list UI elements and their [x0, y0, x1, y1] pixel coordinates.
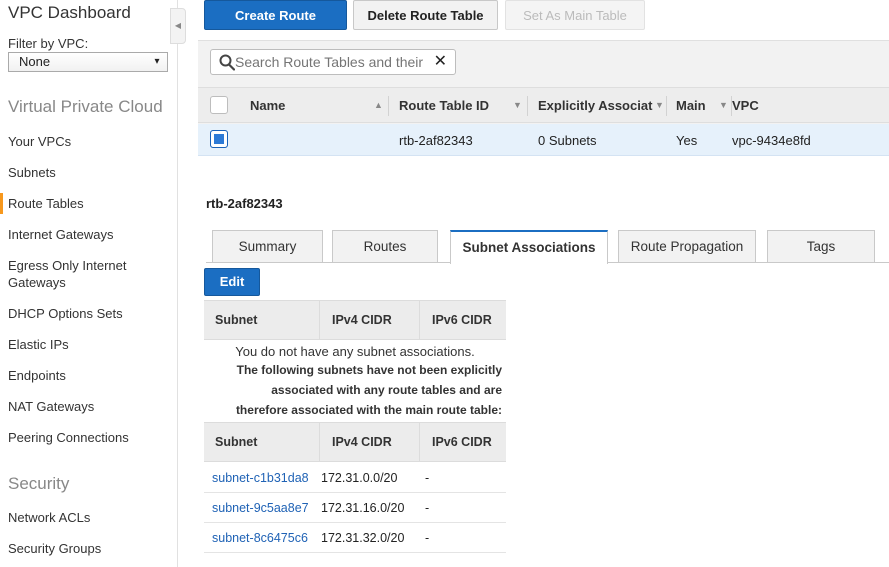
subnet-link[interactable]: subnet-9c5aa8e7	[212, 501, 309, 515]
sidebar-title[interactable]: VPC Dashboard	[8, 3, 131, 23]
sidebar-item-nat-gateways[interactable]: NAT Gateways	[8, 398, 173, 415]
cell-main: Yes	[676, 133, 698, 148]
column-header-explicitly-associated[interactable]: Explicitly Associat	[538, 98, 654, 113]
column-divider	[319, 301, 320, 339]
select-arrow-icon: ▾	[154, 56, 160, 67]
cell-ipv6-cidr: -	[425, 501, 430, 515]
header-ipv6-cidr: IPv6 CIDR	[432, 313, 492, 327]
edit-button[interactable]: Edit	[204, 268, 260, 296]
vpc-filter-value: None	[19, 54, 51, 69]
tab-route-propagation[interactable]: Route Propagation	[618, 230, 756, 263]
create-route-table-button[interactable]: Create Route Table	[204, 0, 347, 53]
column-header-route-table-id[interactable]: Route Table ID	[399, 98, 489, 113]
note-line: The following subnets have not been expl…	[236, 363, 502, 377]
sidebar-item-egress-only-internet-gateways[interactable]: Egress Only Internet Gateways	[8, 257, 158, 291]
column-divider	[527, 96, 528, 116]
unassociated-subnets-header: Subnet IPv4 CIDR IPv6 CIDR	[204, 422, 506, 462]
select-all-checkbox[interactable]	[210, 96, 228, 114]
tab-routes[interactable]: Routes	[332, 230, 438, 263]
column-header-vpc[interactable]: VPC	[732, 98, 759, 113]
search-input[interactable]	[235, 53, 431, 71]
sort-icon[interactable]: ▼	[655, 100, 664, 110]
cell-ipv4-cidr: 172.31.0.0/20	[321, 471, 398, 485]
column-divider	[419, 423, 420, 461]
sidebar-item-network-acls[interactable]: Network ACLs	[8, 509, 173, 526]
sidebar-item-security-groups[interactable]: Security Groups	[8, 540, 173, 557]
search-box[interactable]: ✕	[210, 49, 456, 75]
cell-ipv4-cidr: 172.31.16.0/20	[321, 501, 405, 515]
sort-icon[interactable]: ▼	[513, 100, 522, 110]
cell-route-table-id: rtb-2af82343	[399, 133, 473, 148]
sort-ascending-icon[interactable]: ▲	[374, 100, 383, 110]
vpc-filter-select[interactable]: None ▾	[8, 52, 168, 72]
section-virtual-private-cloud: Virtual Private Cloud	[8, 97, 163, 116]
filter-label: Filter by VPC:	[8, 36, 89, 51]
subnet-link[interactable]: subnet-8c6475c6	[212, 531, 308, 545]
header-ipv4-cidr: IPv4 CIDR	[332, 313, 392, 327]
main-panel: Create Route Table Delete Route Table Se…	[198, 0, 889, 567]
tab-tags[interactable]: Tags	[767, 230, 875, 263]
no-associations-message: You do not have any subnet associations.	[235, 344, 475, 359]
cell-ipv6-cidr: -	[425, 531, 430, 545]
route-tables-grid: ✕ Name ▲ Route Table ID ▼ Explicitly Ass…	[198, 40, 889, 156]
column-divider	[419, 301, 420, 339]
sidebar-item-internet-gateways[interactable]: Internet Gateways	[8, 226, 173, 243]
sidebar-item-dhcp-options-sets[interactable]: DHCP Options Sets	[8, 305, 173, 322]
column-header-name[interactable]: Name	[250, 98, 285, 113]
column-divider	[388, 96, 389, 116]
cell-vpc: vpc-9434e8fd	[732, 133, 811, 148]
sort-icon[interactable]: ▼	[719, 100, 728, 110]
collapse-sidebar-icon[interactable]: ◀	[170, 8, 186, 44]
row-checkbox[interactable]	[210, 130, 228, 148]
column-header-main[interactable]: Main	[676, 98, 706, 113]
detail-title: rtb-2af82343	[206, 196, 283, 211]
search-icon	[219, 54, 235, 71]
note-line: associated with any route tables and are	[271, 383, 502, 397]
associations-header: Subnet IPv4 CIDR IPv6 CIDR	[204, 300, 506, 340]
sidebar-item-subnets[interactable]: Subnets	[8, 164, 173, 181]
cell-ipv4-cidr: 172.31.32.0/20	[321, 531, 405, 545]
sidebar-item-route-tables[interactable]: Route Tables	[0, 193, 173, 214]
table-row: subnet-8c6475c6 172.31.32.0/20 -	[204, 524, 506, 553]
clear-search-icon[interactable]: ✕	[434, 53, 447, 71]
sidebar-item-your-vpcs[interactable]: Your VPCs	[8, 133, 173, 150]
table-row[interactable]: rtb-2af82343 0 Subnets Yes vpc-9434e8fd	[198, 124, 889, 156]
header-ipv4-cidr: IPv4 CIDR	[332, 435, 392, 449]
table-row: subnet-9c5aa8e7 172.31.16.0/20 -	[204, 494, 506, 523]
section-security: Security	[8, 474, 70, 493]
header-subnet: Subnet	[215, 313, 258, 327]
set-as-main-table-button: Set As Main Table	[505, 0, 645, 30]
grid-header: Name ▲ Route Table ID ▼ Explicitly Assoc…	[198, 87, 889, 123]
cell-explicitly-associated: 0 Subnets	[538, 133, 597, 148]
header-subnet: Subnet	[215, 435, 258, 449]
cell-ipv6-cidr: -	[425, 471, 430, 485]
subnet-link[interactable]: subnet-c1b31da8	[212, 471, 309, 485]
column-divider	[666, 96, 667, 116]
table-row: subnet-c1b31da8 172.31.0.0/20 -	[204, 464, 506, 493]
note-line: therefore associated with the main route…	[235, 403, 502, 417]
sidebar-item-elastic-ips[interactable]: Elastic IPs	[8, 336, 173, 353]
header-ipv6-cidr: IPv6 CIDR	[432, 435, 492, 449]
tab-summary[interactable]: Summary	[212, 230, 323, 263]
sidebar-item-peering-connections[interactable]: Peering Connections	[8, 429, 173, 446]
delete-route-table-button[interactable]: Delete Route Table	[353, 0, 498, 30]
sidebar: VPC Dashboard Filter by VPC: None ▾ Virt…	[0, 0, 178, 567]
column-divider	[319, 423, 320, 461]
sidebar-item-endpoints[interactable]: Endpoints	[8, 367, 173, 384]
tab-subnet-associations[interactable]: Subnet Associations	[450, 230, 608, 264]
